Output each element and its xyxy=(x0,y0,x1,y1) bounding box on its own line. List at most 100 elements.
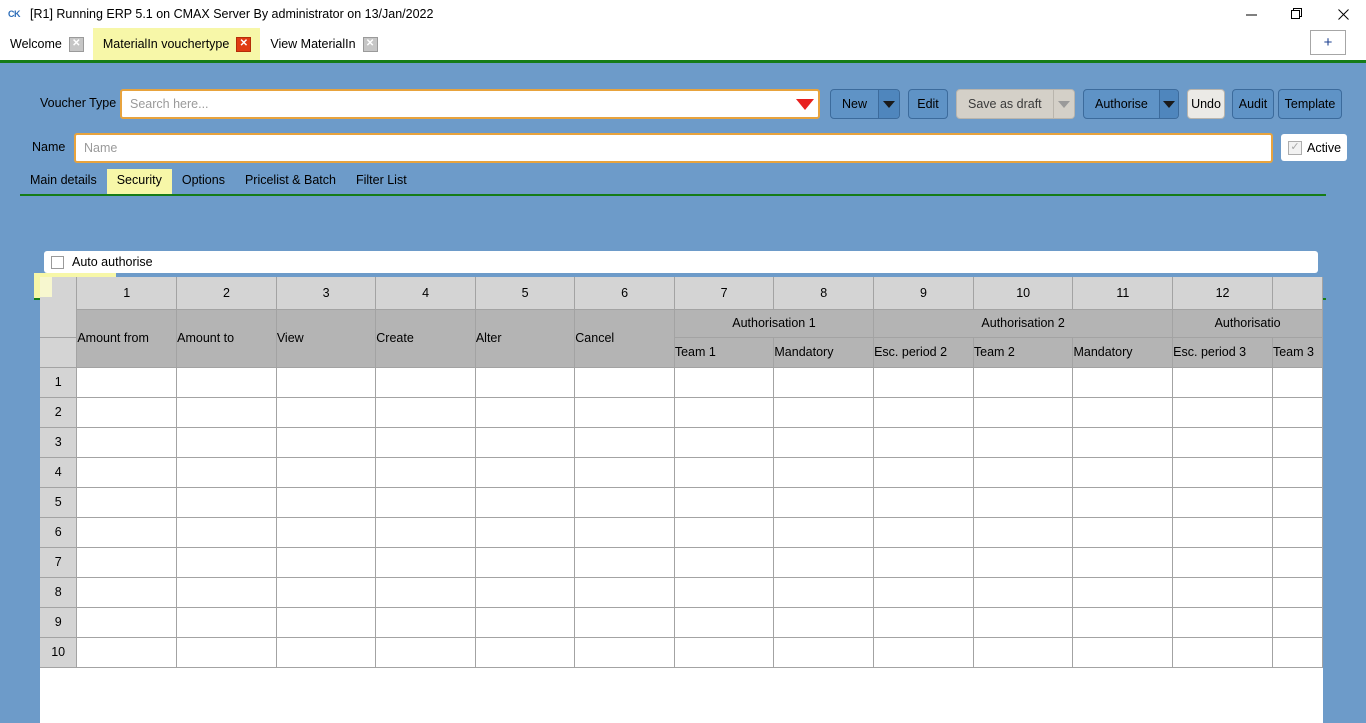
grid-cell[interactable] xyxy=(276,517,375,547)
grid-cell[interactable] xyxy=(77,607,177,637)
grid-cell[interactable] xyxy=(475,457,574,487)
grid-cell[interactable] xyxy=(575,427,675,457)
row-header[interactable]: 3 xyxy=(40,427,77,457)
table-row[interactable]: 10 xyxy=(40,637,1323,667)
grid-corner-cell[interactable] xyxy=(40,277,77,337)
row-header[interactable]: 6 xyxy=(40,517,77,547)
grid-cell[interactable] xyxy=(874,367,974,397)
voucher-type-search-box[interactable] xyxy=(120,89,820,119)
grid-cell[interactable] xyxy=(1173,427,1273,457)
grid-cell[interactable] xyxy=(1272,577,1322,607)
grid-cell[interactable] xyxy=(774,457,874,487)
grid-cell[interactable] xyxy=(973,607,1073,637)
grid-cell[interactable] xyxy=(1073,427,1173,457)
grid-cell[interactable] xyxy=(475,427,574,457)
grid-cell[interactable] xyxy=(77,397,177,427)
tab-pricelist-batch[interactable]: Pricelist & Batch xyxy=(235,169,346,194)
grid-cell[interactable] xyxy=(1073,517,1173,547)
row-header[interactable]: 7 xyxy=(40,547,77,577)
tab-filter-list[interactable]: Filter List xyxy=(346,169,417,194)
grid-cell[interactable] xyxy=(874,607,974,637)
audit-button[interactable]: Audit xyxy=(1232,89,1274,119)
grid-cell[interactable] xyxy=(774,577,874,607)
grid-cell[interactable] xyxy=(1272,487,1322,517)
grid-cell[interactable] xyxy=(1173,397,1273,427)
grid-cell[interactable] xyxy=(475,517,574,547)
grid-cell[interactable] xyxy=(177,607,277,637)
name-field-box[interactable] xyxy=(74,133,1273,163)
grid-cell[interactable] xyxy=(77,487,177,517)
grid-cell[interactable] xyxy=(1073,637,1173,667)
grid-cell[interactable] xyxy=(376,487,476,517)
grid-cell[interactable] xyxy=(1272,397,1322,427)
grid-cell[interactable] xyxy=(575,607,675,637)
minimize-button[interactable] xyxy=(1228,0,1274,28)
grid-cell[interactable] xyxy=(376,427,476,457)
table-row[interactable]: 5 xyxy=(40,487,1323,517)
col-number[interactable]: 8 xyxy=(774,277,874,309)
row-header[interactable]: 4 xyxy=(40,457,77,487)
grid-cell[interactable] xyxy=(1073,367,1173,397)
table-row[interactable]: 1 xyxy=(40,367,1323,397)
tab-security[interactable]: Security xyxy=(107,169,172,194)
grid-cell[interactable] xyxy=(874,487,974,517)
grid-cell[interactable] xyxy=(575,577,675,607)
grid-cell[interactable] xyxy=(973,457,1073,487)
col-number[interactable]: 7 xyxy=(674,277,774,309)
grid-cell[interactable] xyxy=(276,607,375,637)
row-header[interactable]: 2 xyxy=(40,397,77,427)
grid-cell[interactable] xyxy=(575,547,675,577)
grid-cell[interactable] xyxy=(177,367,277,397)
grid-cell[interactable] xyxy=(1272,367,1322,397)
grid-cell[interactable] xyxy=(874,637,974,667)
grid-cell[interactable] xyxy=(973,427,1073,457)
row-header[interactable]: 10 xyxy=(40,637,77,667)
grid-cell[interactable] xyxy=(1173,577,1273,607)
grid-cell[interactable] xyxy=(1073,457,1173,487)
grid-cell[interactable] xyxy=(376,637,476,667)
tab-main-details[interactable]: Main details xyxy=(20,169,107,194)
edit-button[interactable]: Edit xyxy=(908,89,948,119)
table-row[interactable]: 7 xyxy=(40,547,1323,577)
grid-cell[interactable] xyxy=(376,607,476,637)
col-number[interactable]: 11 xyxy=(1073,277,1173,309)
grid-cell[interactable] xyxy=(674,427,774,457)
grid-cell[interactable] xyxy=(1173,367,1273,397)
tab-welcome[interactable]: Welcome ✕ xyxy=(0,28,93,60)
grid-cell[interactable] xyxy=(874,517,974,547)
grid-cell[interactable] xyxy=(874,457,974,487)
save-as-draft-button[interactable]: Save as draft xyxy=(956,89,1075,119)
grid-cell[interactable] xyxy=(177,487,277,517)
grid-cell[interactable] xyxy=(1073,397,1173,427)
grid-cell[interactable] xyxy=(774,637,874,667)
grid-cell[interactable] xyxy=(276,397,375,427)
col-number[interactable] xyxy=(1272,277,1322,309)
col-number[interactable]: 4 xyxy=(376,277,476,309)
table-row[interactable]: 6 xyxy=(40,517,1323,547)
grid-cell[interactable] xyxy=(1272,547,1322,577)
grid-cell[interactable] xyxy=(575,637,675,667)
grid-cell[interactable] xyxy=(1272,457,1322,487)
table-row[interactable]: 3 xyxy=(40,427,1323,457)
tab-view-materialin[interactable]: View MaterialIn ✕ xyxy=(260,28,386,60)
grid-cell[interactable] xyxy=(376,517,476,547)
grid-cell[interactable] xyxy=(1173,487,1273,517)
grid-cell[interactable] xyxy=(1073,607,1173,637)
auto-authorise-row[interactable]: Auto authorise xyxy=(44,251,1318,273)
close-icon[interactable]: ✕ xyxy=(69,37,84,52)
grid-cell[interactable] xyxy=(276,367,375,397)
undo-button[interactable]: Undo xyxy=(1187,89,1225,119)
grid-cell[interactable] xyxy=(77,547,177,577)
grid-cell[interactable] xyxy=(77,457,177,487)
grid-cell[interactable] xyxy=(674,367,774,397)
grid-cell[interactable] xyxy=(376,457,476,487)
grid-cell[interactable] xyxy=(177,547,277,577)
col-number[interactable]: 5 xyxy=(475,277,574,309)
grid-cell[interactable] xyxy=(177,397,277,427)
grid-cell[interactable] xyxy=(1073,487,1173,517)
grid-cell[interactable] xyxy=(874,547,974,577)
grid-cell[interactable] xyxy=(575,517,675,547)
grid-cell[interactable] xyxy=(674,397,774,427)
active-checkbox[interactable]: ✓ Active xyxy=(1281,134,1347,161)
col-number[interactable]: 1 xyxy=(77,277,177,309)
